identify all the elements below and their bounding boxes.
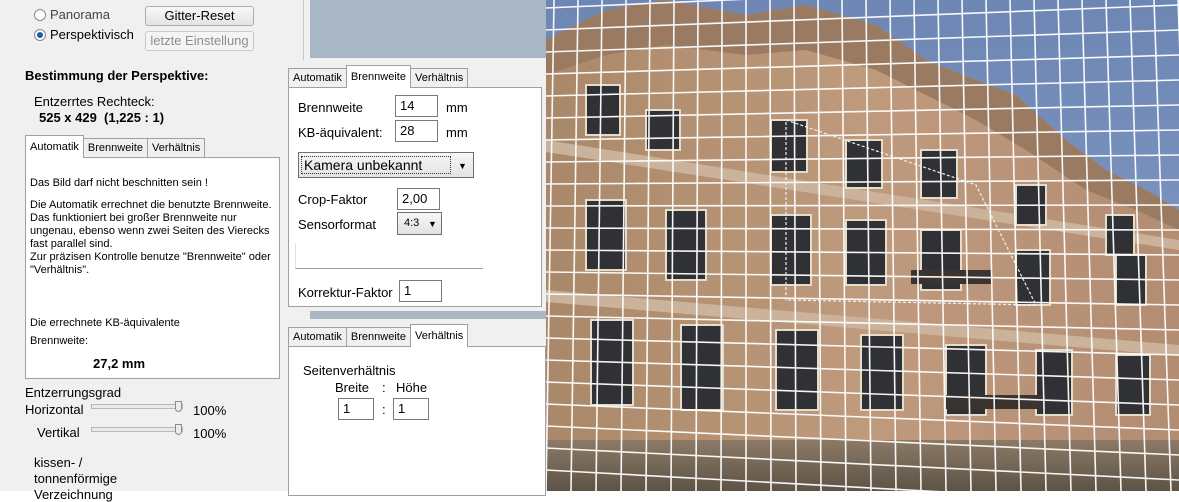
left-tab-strip: Automatik Brennweite Verhältnis [25, 135, 206, 158]
tab-ratio-3[interactable]: Verhältnis [409, 324, 469, 347]
tab-focal[interactable]: Brennweite [82, 138, 148, 158]
horizontal-slider[interactable] [91, 404, 183, 409]
auto-warning: Das Bild darf nicht beschnitten sein ! [30, 177, 208, 189]
rect-value: 525 x 429 (1,225 : 1) [39, 110, 165, 125]
tab-auto[interactable]: Automatik [25, 135, 84, 158]
distortion-label-2: tonnenförmige [34, 471, 118, 486]
auto-tab-panel: Das Bild darf nicht beschnitten sein ! D… [25, 157, 280, 379]
correction-factor-input[interactable]: 1 [399, 280, 442, 302]
correction-factor-label: Korrektur-Faktor [298, 285, 393, 300]
distortion-label-1: kissen- / [34, 455, 83, 470]
rect-label: Entzerrtes Rechteck: [34, 94, 155, 109]
horizontal-slider-thumb[interactable] [175, 401, 182, 412]
distortion-label-3: Verzeichnung [34, 487, 113, 502]
panel-divider [303, 0, 304, 60]
ratio-separator: : [382, 402, 386, 417]
radio-panorama-label: Panorama [50, 7, 110, 22]
focal-length-label: Brennweite [298, 100, 364, 115]
vertical-slider-thumb[interactable] [175, 424, 182, 435]
focal-tab-strip: Automatik Brennweite Verhältnis [288, 65, 469, 88]
camera-select[interactable]: Kamera unbekannt ▼ [298, 152, 474, 178]
crop-factor-label: Crop-Faktor [298, 192, 368, 207]
aspect-ratio-heading: Seitenverhältnis [303, 363, 396, 378]
kb-equivalent-input[interactable]: 28 [395, 120, 438, 142]
middle-settings-panel: Automatik Brennweite Verhältnis Brennwei… [282, 0, 546, 496]
radio-perspective-dot[interactable] [34, 28, 46, 41]
chevron-down-icon: ▼ [458, 161, 467, 171]
result-label-2: Brennweite: [30, 335, 89, 347]
focal-group-separator [295, 243, 483, 269]
ratio-tab-strip: Automatik Brennweite Verhältnis [288, 324, 469, 347]
radio-perspective[interactable]: Perspektivisch [34, 27, 134, 42]
focal-length-unit: mm [446, 100, 468, 115]
left-settings-panel: Panorama Perspektivisch Gitter-Reset let… [0, 0, 282, 502]
vertical-value: 100% [193, 426, 227, 441]
correction-heading: Entzerrungsgrad [25, 385, 122, 400]
height-label: Höhe [396, 380, 428, 395]
perspective-heading: Bestimmung der Perspektive: [25, 68, 209, 83]
photo-canvas[interactable] [546, 0, 1179, 491]
radio-panorama-dot[interactable] [34, 8, 46, 21]
tab-focal-3[interactable]: Brennweite [345, 327, 411, 347]
tab-auto-3[interactable]: Automatik [288, 327, 347, 347]
building-photo [546, 0, 1179, 491]
last-setting-button[interactable]: letzte Einstellung [145, 31, 254, 51]
vertical-label: Vertikal [37, 425, 80, 440]
splitter-bar[interactable] [310, 311, 546, 319]
tab-auto-2[interactable]: Automatik [288, 68, 347, 88]
ratio-height-input[interactable]: 1 [393, 398, 429, 420]
horizontal-value: 100% [193, 403, 227, 418]
result-label-1: Die errechnete KB-äquivalente [30, 317, 180, 329]
kb-equivalent-label: KB-äquivalent: [298, 125, 383, 140]
sensor-format-select[interactable]: 4:3 ▼ [397, 212, 442, 235]
chevron-down-icon: ▼ [428, 219, 437, 229]
preview-strip [310, 0, 546, 58]
ratio-separator-label: : [382, 380, 386, 395]
sensor-format-label: Sensorformat [298, 217, 377, 232]
tab-ratio-2[interactable]: Verhältnis [409, 68, 469, 88]
vertical-slider[interactable] [91, 427, 183, 432]
ratio-width-input[interactable]: 1 [338, 398, 374, 420]
sensor-format-value: 4:3 [404, 217, 420, 229]
grid-reset-button[interactable]: Gitter-Reset [145, 6, 254, 26]
auto-description: Die Automatik errechnet die benutzte Bre… [30, 199, 272, 250]
camera-select-value: Kamera unbekannt [301, 156, 451, 174]
radio-perspective-label: Perspektivisch [50, 27, 134, 42]
radio-panorama[interactable]: Panorama [34, 7, 110, 22]
result-value: 27,2 mm [93, 356, 146, 371]
focal-length-input[interactable]: 14 [395, 95, 438, 117]
ratio-tab-panel: Seitenverhältnis Breite : Höhe 1 : 1 [288, 346, 546, 496]
focal-tab-panel: Brennweite 14 mm KB-äquivalent: 28 mm Ka… [288, 87, 542, 307]
tab-focal-2[interactable]: Brennweite [345, 65, 411, 88]
horizontal-label: Horizontal [25, 402, 84, 417]
crop-factor-input[interactable]: 2,00 [397, 188, 440, 210]
width-label: Breite [335, 380, 369, 395]
auto-hint: Zur präzisen Kontrolle benutze "Brennwei… [30, 251, 271, 276]
kb-equivalent-unit: mm [446, 125, 468, 140]
tab-ratio[interactable]: Verhältnis [146, 138, 206, 158]
